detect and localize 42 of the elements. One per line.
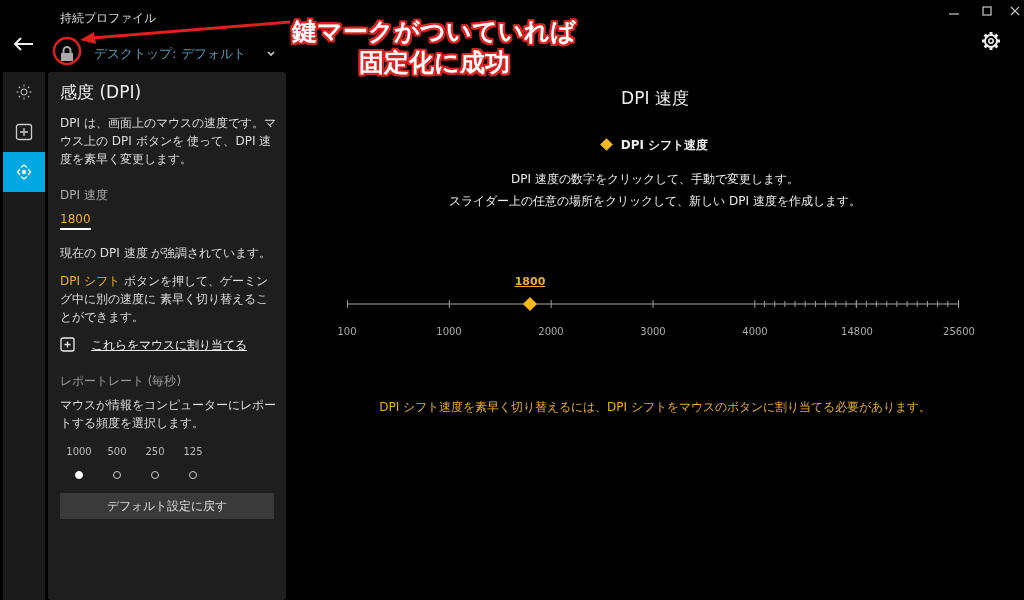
tick-label: 4000 — [742, 324, 768, 339]
shift-note: DPI シフト ボタンを押して、ゲーミング中に別の速度に 素早く切り替えることができます。 — [60, 272, 269, 326]
annotation-text: 鍵マークがついていれば — [292, 16, 576, 48]
rate-label: 1000 — [65, 444, 93, 459]
slider-track[interactable] — [347, 298, 959, 309]
tick-label: 25600 — [943, 324, 975, 339]
description-text: DPI は、画面上のマウスの速度です。マウス上の DPI ボタンを 使って、DPI 速度を素早く変更します。 — [60, 114, 277, 168]
rate-label: 125 — [182, 444, 204, 459]
assign-link[interactable]: これらをマウスに割り当てる — [91, 335, 247, 354]
main-title: DPI 速度 — [620, 87, 690, 110]
tick-label: 1000 — [436, 324, 462, 339]
move-icon — [15, 163, 33, 181]
speed-value[interactable]: 1800 — [60, 209, 91, 230]
sun-icon — [15, 83, 33, 101]
plus-square-icon[interactable] — [60, 337, 75, 352]
report-rate-label: レポートレート (毎秒) — [60, 372, 183, 390]
reset-button[interactable]: デフォルト設定に戻す — [60, 492, 274, 519]
plus-square-icon — [15, 123, 33, 141]
tick-label: 2000 — [538, 324, 564, 339]
instruction-text: スライダー上の任意の場所をクリックして、新しい DPI 速度を作成します。 — [448, 192, 862, 210]
tick-label: 3000 — [640, 324, 666, 339]
report-description: マウスが情報をコンピューターにレポートする頻度を選択します。 — [60, 396, 277, 432]
profile-label: 持続プロファイル — [60, 10, 156, 27]
current-note: 現在の DPI 速度 が強調されています。 — [60, 244, 273, 262]
settings-icon[interactable] — [981, 31, 1001, 51]
notice-text: DPI シフト速度を素早く切り替えるには、DPI シフトをマウスのボタンに割り当てる必要があります。 — [378, 398, 932, 416]
instruction-text: DPI 速度の数字をクリックして、手動で変更します。 — [510, 170, 800, 188]
panel-title: 感度 (DPI) — [60, 81, 143, 104]
slider-value[interactable]: 1800 — [514, 273, 546, 290]
highlight-circle — [52, 36, 82, 66]
rate-label: 250 — [144, 444, 166, 459]
annotation-text: 固定化に成功 — [357, 47, 511, 79]
chevron-down-icon[interactable] — [265, 49, 276, 58]
rate-label: 500 — [106, 444, 128, 459]
back-icon[interactable] — [12, 36, 34, 52]
tick-label: 100 — [337, 324, 357, 339]
speed-label: DPI 速度 — [60, 186, 109, 204]
profile-dropdown[interactable]: デスクトップ: デフォルト — [94, 44, 246, 64]
legend-label: DPI シフト速度 — [620, 136, 709, 154]
maximize-icon[interactable] — [980, 4, 994, 18]
tick-label: 14800 — [841, 324, 873, 339]
close-icon[interactable] — [1008, 4, 1022, 18]
